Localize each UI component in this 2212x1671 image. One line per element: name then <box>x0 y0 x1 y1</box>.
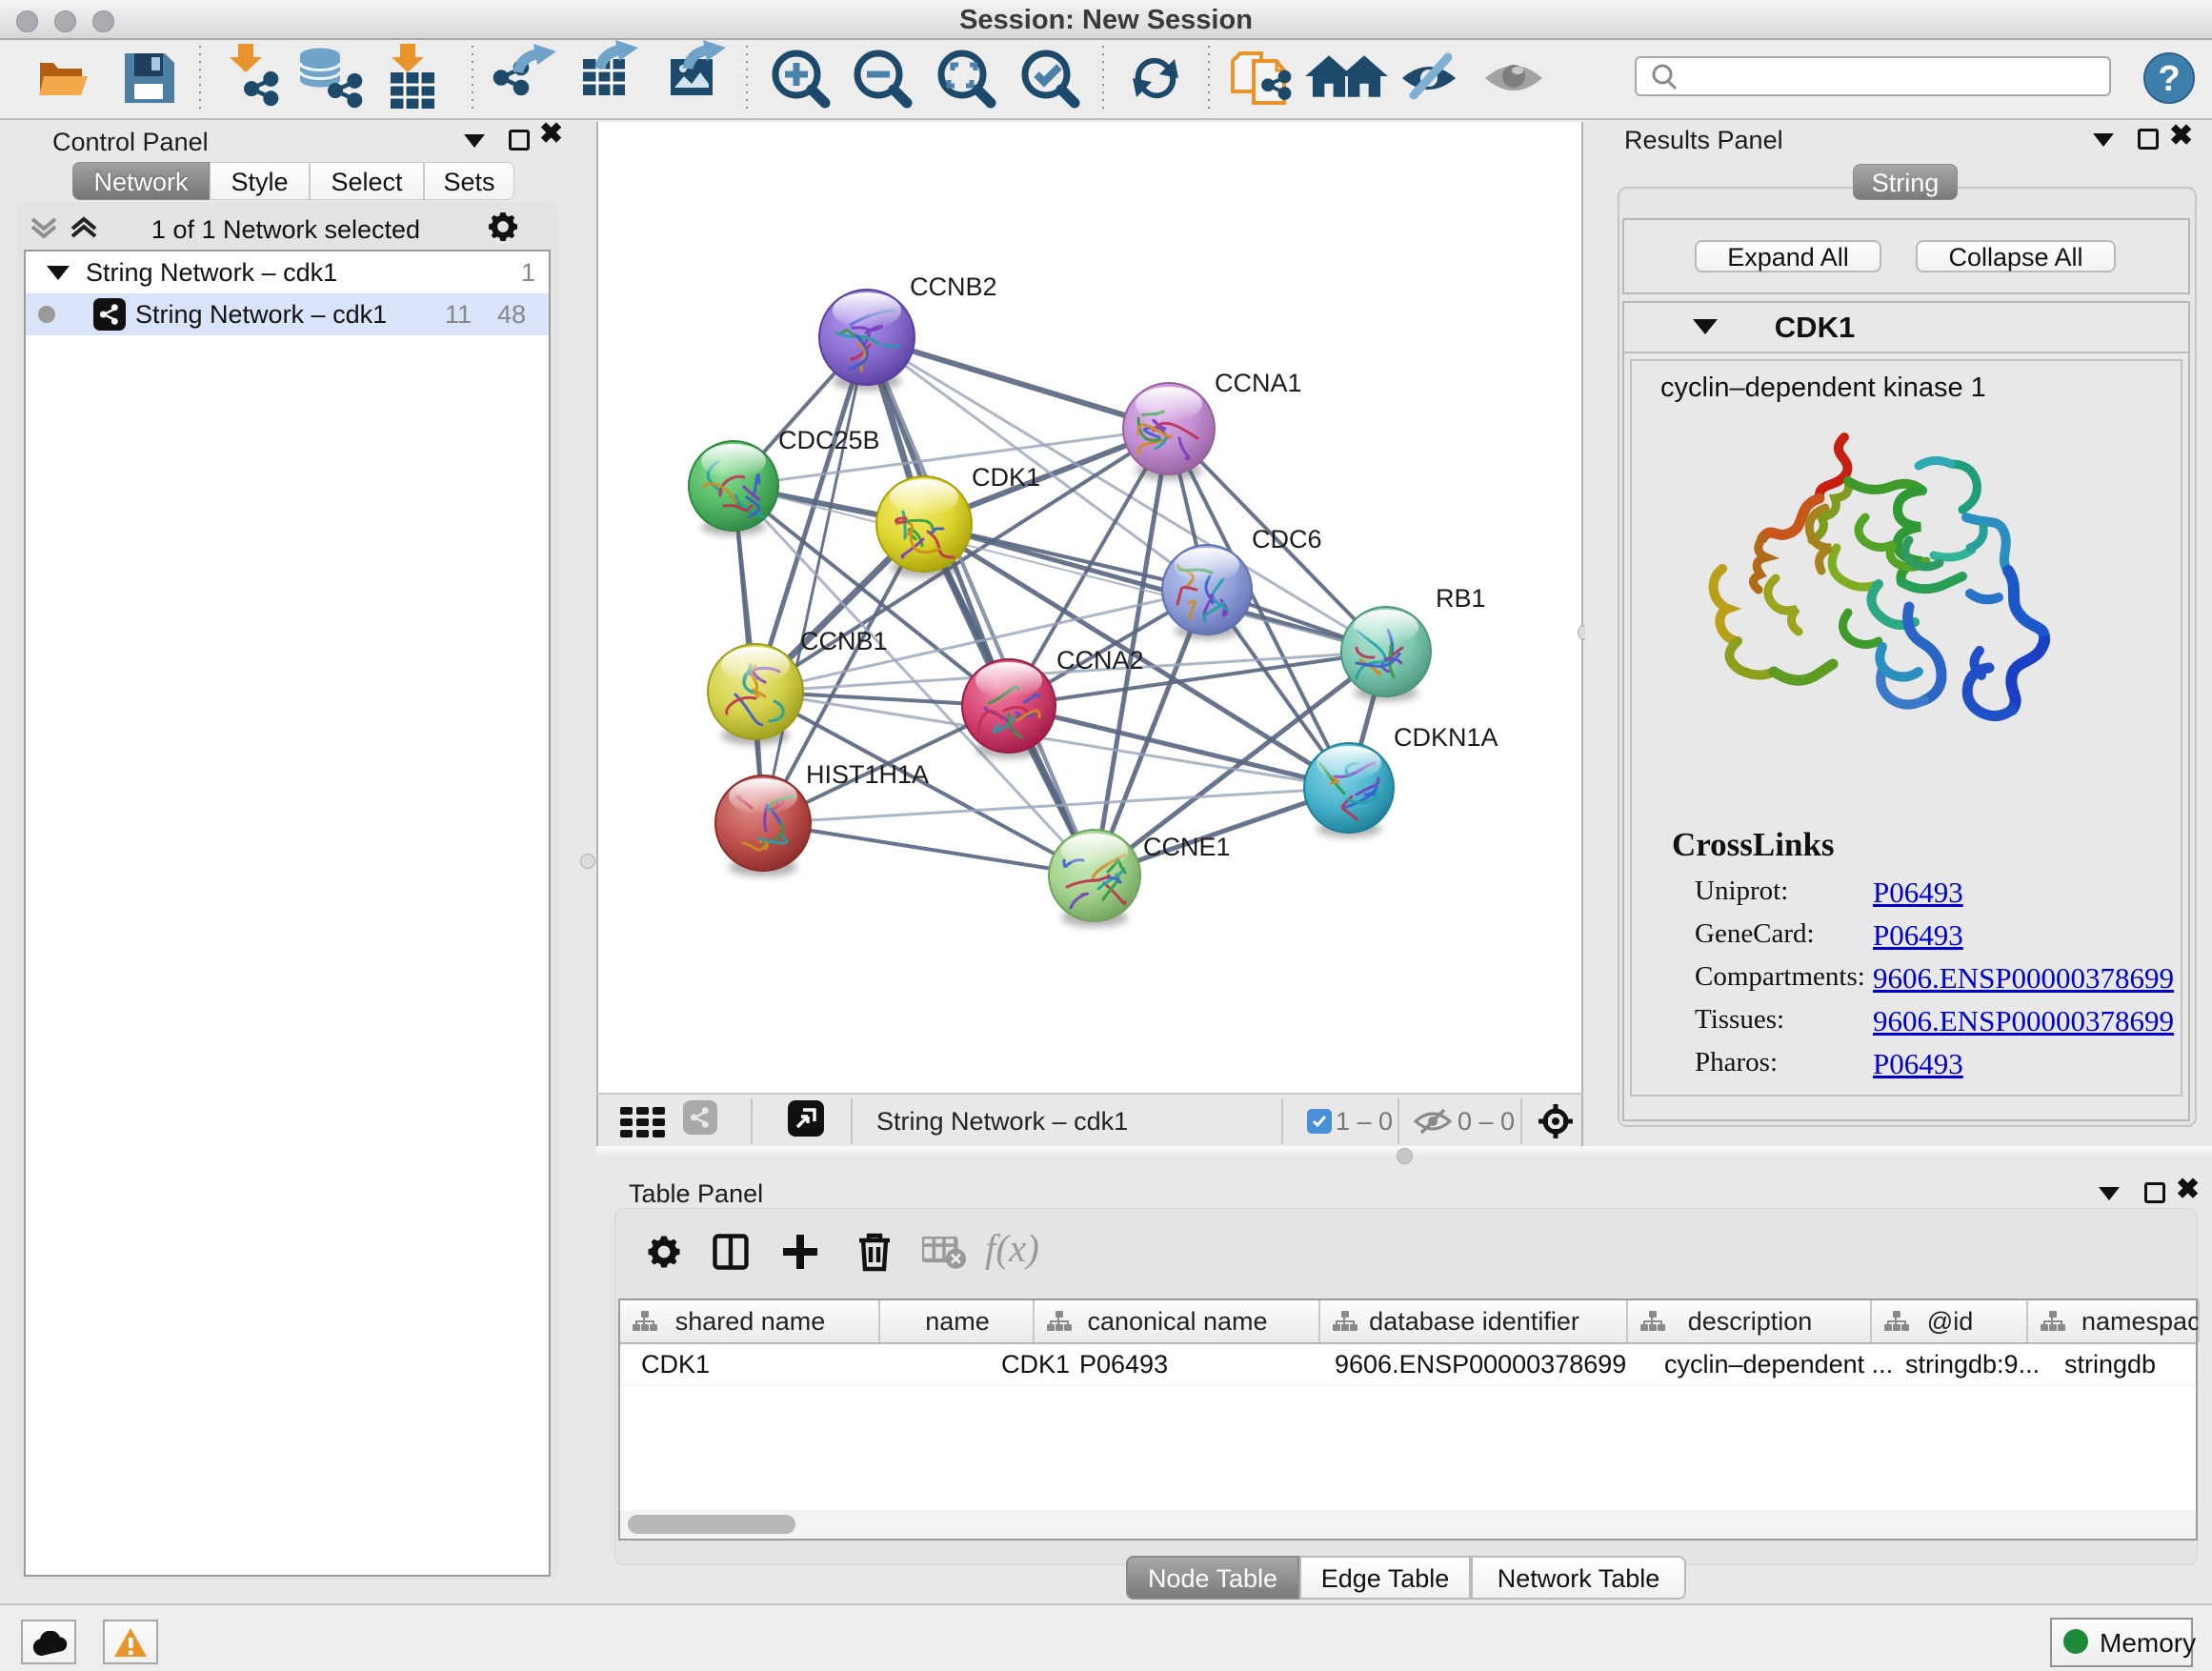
svg-text:CCNE1: CCNE1 <box>1143 833 1231 861</box>
svg-text:CDKN1A: CDKN1A <box>1394 723 1498 752</box>
svg-text:?: ? <box>2158 59 2180 99</box>
svg-text:CCNB1: CCNB1 <box>800 627 888 655</box>
svg-text:HIST1H1A: HIST1H1A <box>806 760 929 789</box>
svg-text:CCNB2: CCNB2 <box>910 272 997 301</box>
svg-text:CDC25B: CDC25B <box>778 426 880 454</box>
svg-text:CDC6: CDC6 <box>1252 525 1322 554</box>
svg-text:CCNA2: CCNA2 <box>1056 646 1144 674</box>
svg-text:RB1: RB1 <box>1436 584 1486 613</box>
svg-text:CCNA1: CCNA1 <box>1215 369 1302 397</box>
svg-text:CDK1: CDK1 <box>972 463 1040 492</box>
